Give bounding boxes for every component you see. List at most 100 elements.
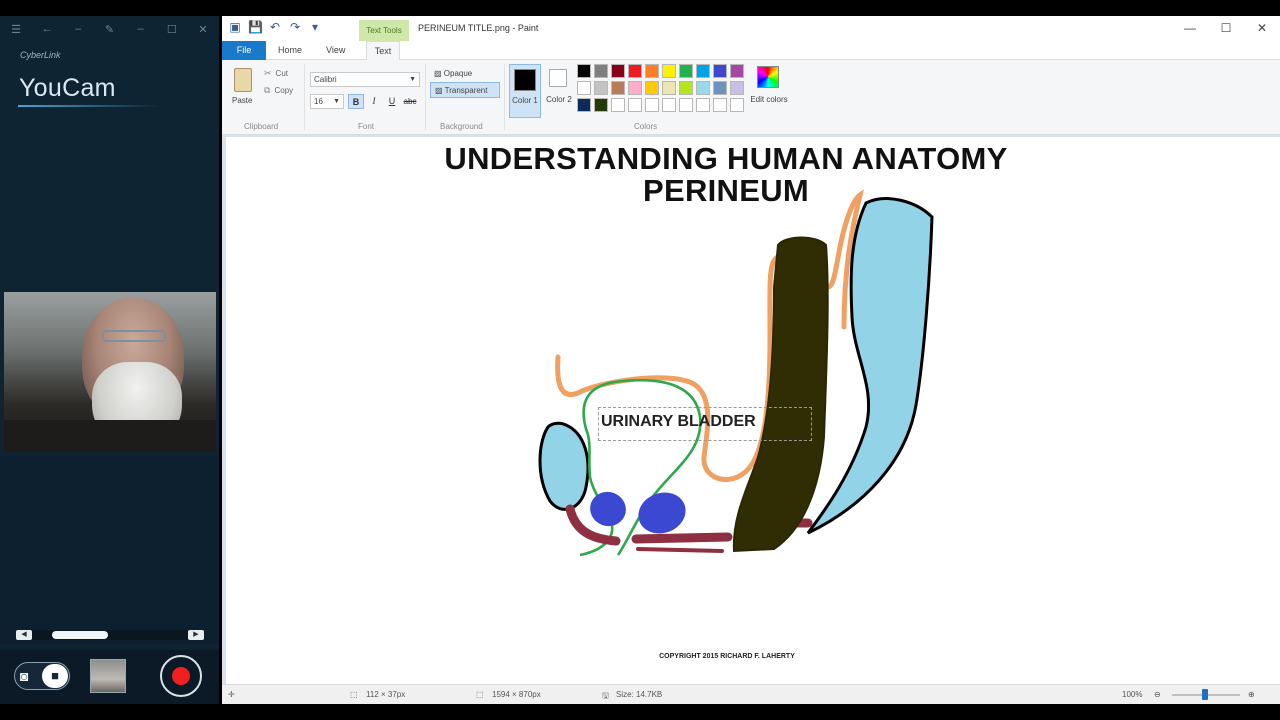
opaque-button[interactable]: ▨ Opaque: [430, 66, 500, 81]
palette-swatch[interactable]: [730, 81, 744, 95]
palette-swatch[interactable]: [594, 98, 608, 112]
logo-underline: [18, 105, 158, 107]
close-icon[interactable]: ✕: [195, 23, 211, 36]
color1-label: Color 1: [512, 96, 538, 105]
palette-swatch[interactable]: [645, 64, 659, 78]
tab-file[interactable]: File: [222, 41, 266, 60]
zoom-out-icon[interactable]: ⊖: [1154, 690, 1161, 699]
capture-mode-toggle[interactable]: ◙ ■: [14, 662, 70, 690]
edit-colors-button[interactable]: Edit colors: [750, 66, 788, 122]
last-capture-thumbnail[interactable]: [90, 659, 126, 693]
palette-swatch[interactable]: [696, 98, 710, 112]
close-icon[interactable]: ✕: [1244, 16, 1280, 41]
palette-swatch[interactable]: [594, 64, 608, 78]
palette-swatch[interactable]: [679, 81, 693, 95]
palette-swatch[interactable]: [696, 81, 710, 95]
palette-swatch[interactable]: [611, 64, 625, 78]
palette-swatch[interactable]: [713, 64, 727, 78]
palette-swatch[interactable]: [577, 98, 591, 112]
palette-swatch[interactable]: [730, 64, 744, 78]
palette-swatch[interactable]: [645, 98, 659, 112]
camera-icon[interactable]: ◙: [20, 669, 38, 683]
palette-swatch[interactable]: [577, 81, 591, 95]
paint-window: ▣ 💾 ↶ ↷ ▾ Text Tools PERINEUM TITLE.png …: [222, 16, 1280, 704]
record-button[interactable]: [160, 655, 202, 697]
paint-app-icon[interactable]: ▣: [228, 20, 242, 34]
paste-icon[interactable]: [234, 68, 252, 92]
palette-swatch[interactable]: [662, 81, 676, 95]
bold-button[interactable]: B: [348, 94, 364, 109]
palette-swatch[interactable]: [577, 64, 591, 78]
maximize-icon[interactable]: ☐: [1208, 16, 1244, 41]
scroll-thumb[interactable]: [52, 631, 108, 639]
transparent-button[interactable]: ▨ Transparent: [430, 82, 500, 98]
minimize-icon[interactable]: –: [133, 23, 149, 35]
palette-swatch[interactable]: [594, 81, 608, 95]
color-palette: [577, 64, 744, 112]
paste-button[interactable]: Paste: [232, 96, 252, 105]
palette-swatch[interactable]: [611, 81, 625, 95]
cut-button[interactable]: ✂ Cut: [264, 68, 288, 79]
youcam-titlebar: ☰ ← – ✎ – ☐ ✕: [0, 16, 219, 42]
palette-swatch[interactable]: [645, 81, 659, 95]
palette-swatch[interactable]: [679, 98, 693, 112]
text-tools-context-tab: Text Tools: [359, 20, 409, 41]
scroll-left-icon[interactable]: ◀: [16, 630, 32, 640]
file-size-icon: 🖫: [602, 691, 609, 700]
image-size-icon: ⬚: [476, 690, 484, 699]
tab-view[interactable]: View: [326, 41, 345, 60]
video-camera-icon[interactable]: ■: [42, 664, 68, 688]
copy-icon: ⧉: [264, 85, 271, 95]
customize-qat-icon[interactable]: ▾: [308, 20, 322, 34]
window-title: PERINEUM TITLE.png - Paint: [418, 23, 539, 33]
palette-swatch[interactable]: [679, 64, 693, 78]
status-bar: ✛ ⬚ 112 × 37px ⬚ 1594 × 870px 🖫 Size: 14…: [222, 684, 1280, 704]
urinary-bladder-label: URINARY BLADDER: [601, 413, 756, 430]
italic-button[interactable]: I: [366, 94, 382, 109]
color2-button[interactable]: Color 2: [544, 64, 576, 118]
tab-text[interactable]: Text: [366, 41, 400, 61]
undo-icon[interactable]: ↶: [268, 20, 282, 34]
copyright-text: COPYRIGHT 2015 RICHARD F. LAHERTY: [659, 653, 795, 660]
effects-scrollbar[interactable]: ◀ ▶: [16, 630, 204, 640]
palette-swatch[interactable]: [662, 64, 676, 78]
strikethrough-button[interactable]: abc: [402, 94, 418, 109]
copy-button[interactable]: ⧉ Copy: [264, 85, 293, 96]
palette-swatch[interactable]: [628, 64, 642, 78]
gland-right: [638, 492, 686, 534]
back-icon[interactable]: ←: [39, 23, 55, 35]
palette-swatch[interactable]: [611, 98, 625, 112]
palette-swatch[interactable]: [628, 98, 642, 112]
palette-swatch[interactable]: [662, 98, 676, 112]
menu-icon[interactable]: ☰: [8, 23, 24, 36]
redo-icon[interactable]: ↷: [288, 20, 302, 34]
pencil-icon[interactable]: ✎: [101, 23, 117, 36]
chevron-down-icon: ▼: [409, 76, 416, 83]
save-icon[interactable]: 💾: [248, 20, 263, 34]
minimize-icon[interactable]: –: [70, 23, 86, 35]
drawing-canvas[interactable]: UNDERSTANDING HUMAN ANATOMY PERINEUM URI…: [226, 137, 1280, 684]
color2-swatch: [549, 69, 567, 87]
zoom-in-icon[interactable]: ⊕: [1248, 690, 1255, 699]
scroll-right-icon[interactable]: ▶: [188, 630, 204, 640]
font-size-select[interactable]: 16 ▼: [310, 94, 344, 109]
palette-swatch[interactable]: [713, 98, 727, 112]
cut-label: Cut: [275, 69, 288, 78]
color1-button[interactable]: Color 1: [509, 64, 541, 118]
perineal-muscle-3: [636, 547, 724, 553]
image-size: 1594 × 870px: [492, 690, 541, 699]
palette-swatch[interactable]: [730, 98, 744, 112]
zoom-slider-thumb[interactable]: [1202, 689, 1208, 700]
add-icon[interactable]: ✛: [228, 690, 235, 699]
minimize-icon[interactable]: —: [1172, 16, 1208, 41]
palette-swatch[interactable]: [696, 64, 710, 78]
underline-button[interactable]: U: [384, 94, 400, 109]
tab-home[interactable]: Home: [278, 41, 302, 60]
color1-swatch: [514, 69, 536, 91]
restore-icon[interactable]: ☐: [164, 23, 180, 36]
palette-swatch[interactable]: [628, 81, 642, 95]
palette-swatch[interactable]: [713, 81, 727, 95]
clipboard-group-label: Clipboard: [244, 122, 279, 131]
font-family-select[interactable]: Calibri ▼: [310, 72, 420, 87]
copy-label: Copy: [274, 86, 294, 95]
